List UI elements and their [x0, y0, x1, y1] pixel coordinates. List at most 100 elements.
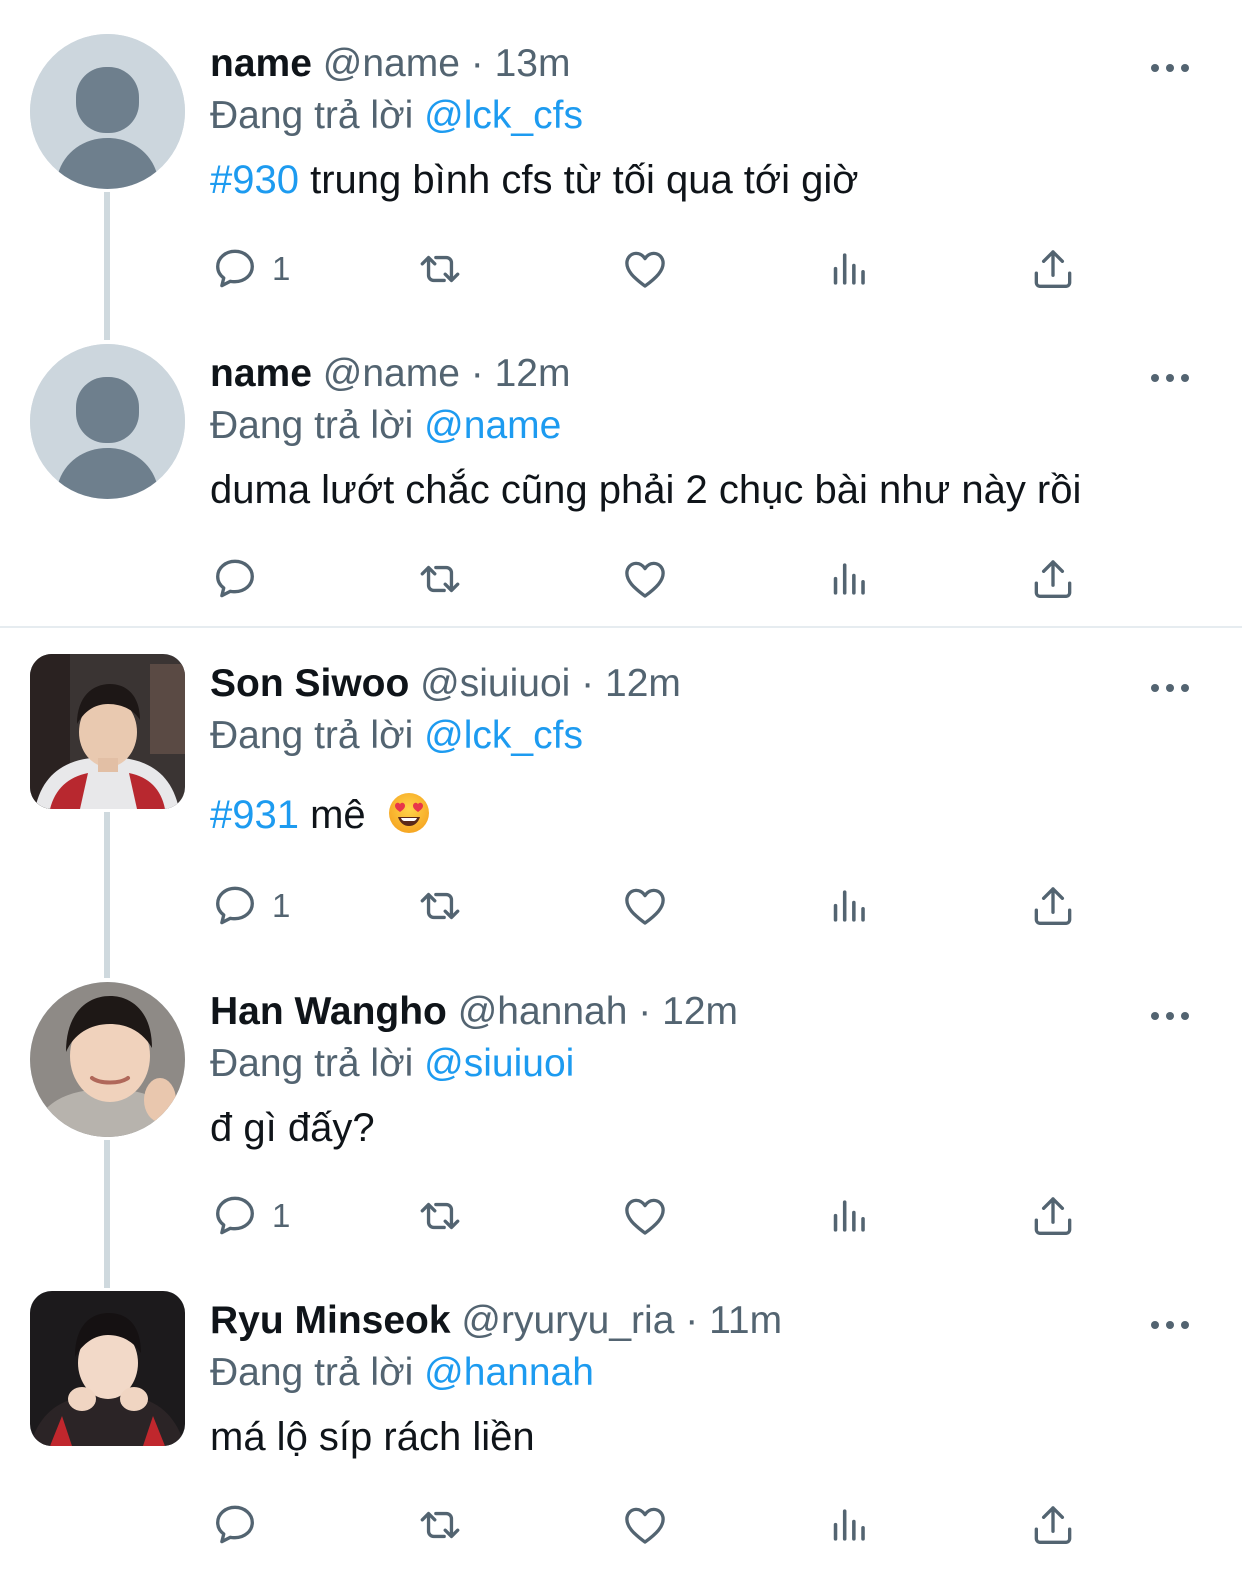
tweet-actions: 1: [210, 878, 1090, 934]
mention-link[interactable]: @lck_cfs: [424, 714, 583, 757]
views-icon: [825, 554, 875, 604]
retweet-button[interactable]: [415, 1497, 465, 1553]
tweet[interactable]: name @name · 13m Đang trả lời @lck_cfs #…: [0, 34, 1242, 314]
hashtag-link[interactable]: #930: [210, 158, 299, 202]
tweet[interactable]: Han Wangho @hannah · 12m Đang trả lời @s…: [0, 982, 1242, 1262]
retweet-button[interactable]: [415, 241, 465, 297]
retweet-button[interactable]: [415, 1188, 465, 1244]
share-button[interactable]: [1028, 241, 1078, 297]
share-icon: [1028, 1191, 1078, 1241]
hashtag-link[interactable]: #931: [210, 793, 299, 837]
more-options-icon[interactable]: [1150, 1319, 1190, 1331]
reply-button[interactable]: 1: [210, 1188, 290, 1244]
views-button[interactable]: [825, 1497, 875, 1553]
timestamp[interactable]: 12m: [605, 662, 681, 705]
replying-label: Đang trả lời: [210, 714, 414, 757]
avatar[interactable]: [30, 344, 185, 499]
avatar[interactable]: [30, 654, 185, 809]
tweet[interactable]: name @name · 12m Đang trả lời @name duma…: [0, 344, 1242, 624]
tweet-header: name @name · 13m: [210, 40, 570, 88]
heart-icon: [620, 554, 670, 604]
mention-link[interactable]: @lck_cfs: [424, 94, 583, 137]
share-button[interactable]: [1028, 1188, 1078, 1244]
heart-icon: [620, 881, 670, 931]
reply-icon: [210, 1500, 260, 1550]
tweet-header: Ryu Minseok @ryuryu_ria · 11m: [210, 1297, 782, 1345]
views-button[interactable]: [825, 551, 875, 607]
avatar[interactable]: [30, 34, 185, 189]
reply-icon: [210, 881, 260, 931]
reply-button[interactable]: 1: [210, 878, 290, 934]
user-handle[interactable]: @name: [323, 42, 460, 85]
tweet-actions: 1: [210, 241, 1090, 297]
display-name[interactable]: Han Wangho: [210, 990, 447, 1033]
tweet-actions: [210, 1497, 1090, 1553]
heart-eyes-emoji: [388, 793, 429, 833]
tweet-body: má lộ síp rách liền: [210, 1415, 535, 1459]
user-handle[interactable]: @ryuryu_ria: [461, 1299, 674, 1342]
tweet-body: mê: [310, 793, 366, 837]
retweet-button[interactable]: [415, 878, 465, 934]
timestamp[interactable]: 13m: [495, 42, 571, 85]
separator: ·: [470, 42, 484, 85]
views-icon: [825, 1500, 875, 1550]
views-button[interactable]: [825, 241, 875, 297]
separator: ·: [581, 662, 595, 705]
share-icon: [1028, 244, 1078, 294]
like-button[interactable]: [620, 551, 670, 607]
more-options-icon[interactable]: [1150, 1010, 1190, 1022]
avatar[interactable]: [30, 982, 185, 1137]
reply-button[interactable]: [210, 551, 260, 607]
reply-count: 1: [272, 887, 291, 924]
divider: [0, 626, 1242, 628]
user-handle[interactable]: @name: [323, 352, 460, 395]
views-button[interactable]: [825, 878, 875, 934]
display-name[interactable]: name: [210, 352, 312, 395]
replying-label: Đang trả lời: [210, 1351, 414, 1394]
like-button[interactable]: [620, 1497, 670, 1553]
share-button[interactable]: [1028, 551, 1078, 607]
views-icon: [825, 1191, 875, 1241]
replying-to: Đang trả lời @lck_cfs: [210, 712, 583, 760]
avatar[interactable]: [30, 1291, 185, 1446]
profile-photo: [30, 654, 185, 809]
tweet-actions: [210, 551, 1090, 607]
display-name[interactable]: Ryu Minseok: [210, 1299, 451, 1342]
more-options-icon[interactable]: [1150, 682, 1190, 694]
user-handle[interactable]: @siuiuoi: [420, 662, 570, 705]
reply-count: 1: [272, 250, 291, 287]
mention-link[interactable]: @name: [424, 404, 561, 447]
tweet[interactable]: Ryu Minseok @ryuryu_ria · 11m Đang trả l…: [0, 1291, 1242, 1571]
retweet-icon: [415, 1500, 465, 1550]
views-button[interactable]: [825, 1188, 875, 1244]
timestamp[interactable]: 12m: [495, 352, 571, 395]
timestamp[interactable]: 11m: [709, 1299, 782, 1342]
like-button[interactable]: [620, 878, 670, 934]
display-name[interactable]: name: [210, 42, 312, 85]
more-options-icon[interactable]: [1150, 62, 1190, 74]
share-icon: [1028, 881, 1078, 931]
tweet-body: duma lướt chắc cũng phải 2 chục bài như …: [210, 468, 1082, 512]
reply-icon: [210, 554, 260, 604]
mention-link[interactable]: @siuiuoi: [424, 1042, 574, 1085]
timestamp[interactable]: 12m: [662, 990, 738, 1033]
like-button[interactable]: [620, 241, 670, 297]
separator: ·: [638, 990, 652, 1033]
views-icon: [825, 881, 875, 931]
tweet-text: #931 mê: [210, 790, 431, 840]
reply-button[interactable]: [210, 1497, 260, 1553]
user-handle[interactable]: @hannah: [458, 990, 628, 1033]
replying-label: Đang trả lời: [210, 404, 414, 447]
like-button[interactable]: [620, 1188, 670, 1244]
retweet-button[interactable]: [415, 551, 465, 607]
reply-button[interactable]: 1: [210, 241, 290, 297]
share-button[interactable]: [1028, 878, 1078, 934]
more-options-icon[interactable]: [1150, 372, 1190, 384]
share-button[interactable]: [1028, 1497, 1078, 1553]
separator: ·: [685, 1299, 699, 1342]
tweet[interactable]: Son Siwoo @siuiuoi · 12m Đang trả lời @l…: [0, 654, 1242, 954]
reply-icon: [210, 1191, 260, 1241]
mention-link[interactable]: @hannah: [424, 1351, 594, 1394]
share-icon: [1028, 554, 1078, 604]
display-name[interactable]: Son Siwoo: [210, 662, 409, 705]
